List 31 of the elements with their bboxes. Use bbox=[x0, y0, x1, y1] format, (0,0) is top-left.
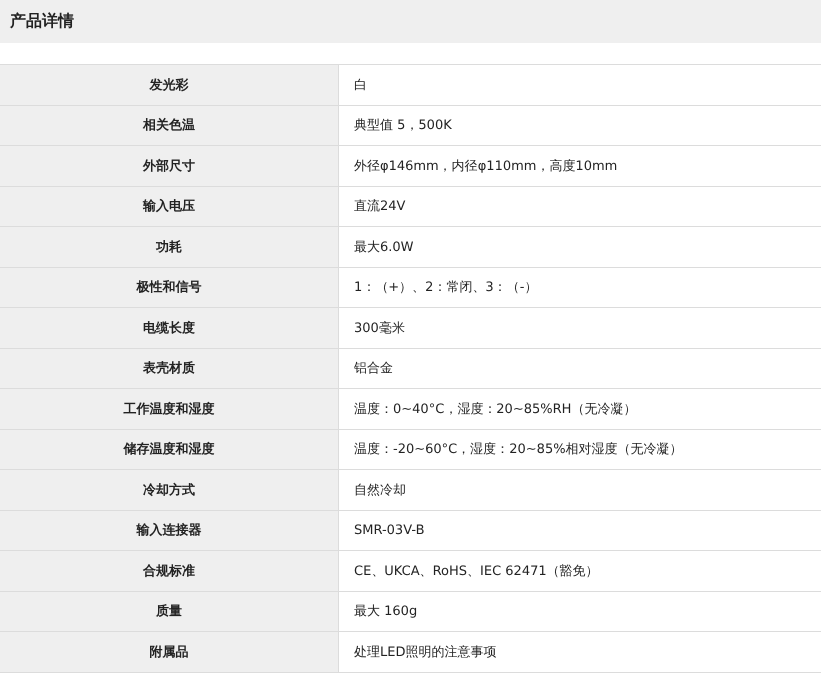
spec-value: 温度：0~40°C，湿度：20~85%RH（无冷凝） bbox=[338, 388, 821, 429]
spec-value: 最大6.0W bbox=[338, 226, 821, 267]
spec-label: 输入连接器 bbox=[0, 510, 338, 550]
section-title: 产品详情 bbox=[10, 11, 74, 32]
spec-value: CE、UKCA、RoHS、IEC 62471（豁免） bbox=[338, 550, 821, 591]
spec-value: 白 bbox=[338, 64, 821, 105]
spec-value: 1：（+）、2：常闭、3：（-） bbox=[338, 267, 821, 308]
spec-label: 相关色温 bbox=[0, 105, 338, 146]
spec-value: 铝合金 bbox=[338, 348, 821, 388]
spec-value: 直流24V bbox=[338, 186, 821, 226]
spec-value: 温度：-20~60°C，湿度：20~85%相对湿度（无冷凝） bbox=[338, 429, 821, 470]
spec-value: 最大 160g bbox=[338, 591, 821, 632]
spec-label: 工作温度和湿度 bbox=[0, 388, 338, 429]
spec-value: 300毫米 bbox=[338, 308, 821, 348]
spec-label: 输入电压 bbox=[0, 186, 338, 226]
spec-value: 外径φ146mm，内径φ110mm，高度10mm bbox=[338, 146, 821, 186]
spec-label: 发光彩 bbox=[0, 64, 338, 105]
spec-label: 功耗 bbox=[0, 226, 338, 267]
spec-label: 表壳材质 bbox=[0, 348, 338, 388]
spec-label: 冷却方式 bbox=[0, 470, 338, 510]
spec-label: 电缆长度 bbox=[0, 308, 338, 348]
spec-label: 极性和信号 bbox=[0, 267, 338, 308]
spec-value: 典型值 5，500K bbox=[338, 105, 821, 146]
spec-value: 自然冷却 bbox=[338, 470, 821, 510]
spec-value: SMR-03V-B bbox=[338, 510, 821, 550]
spec-label: 附属品 bbox=[0, 632, 338, 672]
spec-label: 质量 bbox=[0, 591, 338, 632]
spec-label: 储存温度和湿度 bbox=[0, 429, 338, 470]
spec-label: 外部尺寸 bbox=[0, 146, 338, 186]
spec-label: 合规标准 bbox=[0, 550, 338, 591]
spec-value: 处理LED照明的注意事项 bbox=[338, 632, 821, 672]
